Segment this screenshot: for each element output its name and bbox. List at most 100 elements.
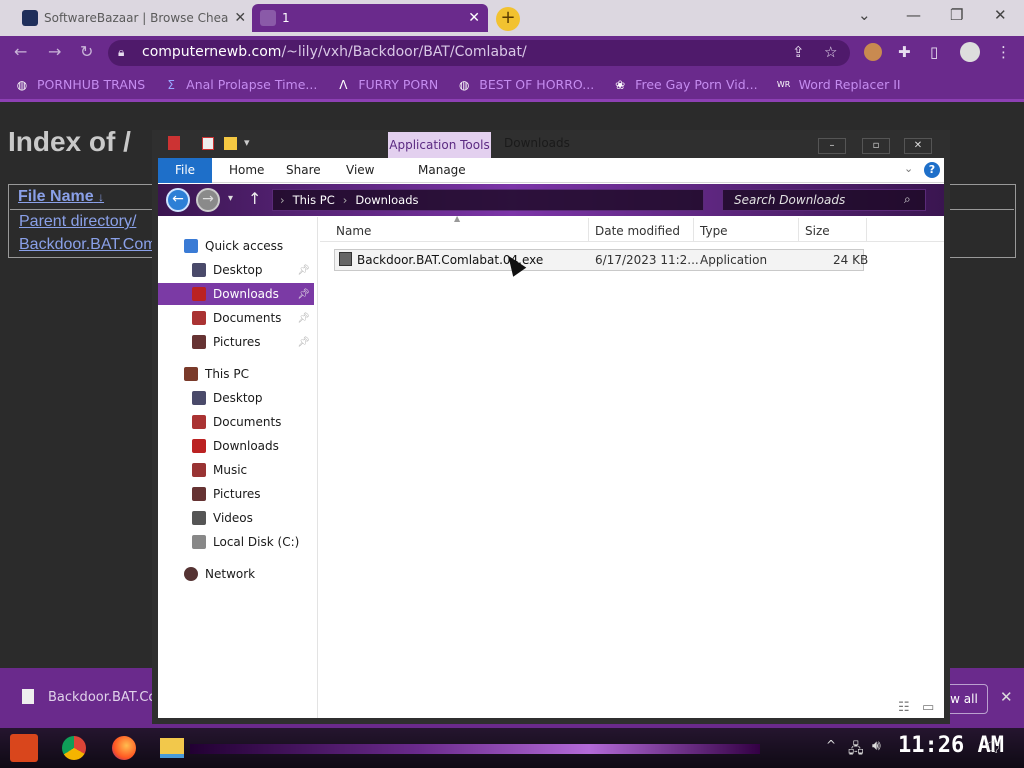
tab-file[interactable]: File <box>158 158 212 183</box>
nav-pc-documents[interactable]: Documents <box>192 411 281 433</box>
volume-icon[interactable]: 🔊︎ <box>872 738 881 754</box>
url-text[interactable]: computernewb.com/~lily/vxh/Backdoor/BAT/… <box>142 44 527 60</box>
reload-icon[interactable]: ↻ <box>80 42 93 61</box>
maximize-button[interactable]: ▫ <box>862 138 890 154</box>
puzzle-icon[interactable]: ✚ <box>898 43 911 61</box>
chrome-icon[interactable] <box>62 736 86 760</box>
large-icons-view-icon[interactable]: ▭ <box>922 700 934 715</box>
forward-button[interactable]: → <box>196 188 220 212</box>
extension-avatar-icon[interactable] <box>864 43 882 61</box>
nav-pc-videos[interactable]: Videos <box>192 507 253 529</box>
globe-icon: ◍ <box>459 77 470 92</box>
menu-dots-icon[interactable]: ⋮ <box>996 43 1011 61</box>
file-name-column-header[interactable]: File Name ↓ <box>18 188 104 206</box>
sidepanel-icon[interactable]: ▯ <box>930 43 938 61</box>
breadcrumb-this-pc[interactable]: This PC <box>293 193 335 207</box>
profile-avatar[interactable] <box>960 42 980 62</box>
pin-icon[interactable]: 📌︎ <box>297 289 310 300</box>
site-favicon-icon <box>260 10 276 26</box>
firefox-icon[interactable] <box>112 736 136 760</box>
help-icon[interactable]: ? <box>924 162 940 178</box>
column-date-modified[interactable]: Date modified <box>595 224 680 238</box>
nav-pc-local-disk[interactable]: Local Disk (C:) <box>192 531 299 553</box>
minimize-button[interactable]: – <box>818 138 846 154</box>
details-view-icon[interactable]: ☷ <box>898 700 910 715</box>
computer-icon <box>184 367 198 381</box>
tab-current[interactable]: 1 ✕ <box>252 4 488 32</box>
nav-qa-desktop[interactable]: Desktop 📌︎ <box>158 259 314 281</box>
nav-pc-music[interactable]: Music <box>192 459 247 481</box>
bookmark-item[interactable]: WR Word Replacer II <box>776 77 901 93</box>
column-type[interactable]: Type <box>700 224 728 238</box>
tab-softwarebazaar[interactable]: SoftwareBazaar | Browse Chea ✕ <box>14 4 246 32</box>
pin-icon[interactable]: 📌︎ <box>297 313 310 324</box>
nav-network[interactable]: Network <box>184 563 255 585</box>
column-separator[interactable] <box>798 218 799 242</box>
up-arrow-icon[interactable]: ↑ <box>248 189 261 208</box>
tab-title: 1 <box>282 11 290 25</box>
close-tab-icon[interactable]: ✕ <box>468 10 480 26</box>
search-icon[interactable]: ⌕ <box>904 192 911 207</box>
close-button[interactable]: ✕ <box>904 138 932 154</box>
tab-view[interactable]: View <box>346 163 374 177</box>
nav-qa-documents[interactable]: Documents 📌︎ <box>158 307 314 329</box>
chevron-down-icon[interactable]: ⌄ <box>858 6 871 24</box>
tab-manage[interactable]: Manage <box>418 163 466 177</box>
new-tab-button[interactable]: + <box>496 7 520 31</box>
close-tab-icon[interactable]: ✕ <box>234 10 246 26</box>
bookmark-item[interactable]: Σ Anal Prolapse Time... <box>163 77 317 93</box>
column-separator[interactable] <box>866 218 867 242</box>
quick-access-dropdown-icon[interactable]: ▾ <box>244 136 250 149</box>
network-tray-icon[interactable]: 🖧︎ <box>848 738 864 762</box>
column-separator[interactable] <box>693 218 694 242</box>
column-name[interactable]: Name <box>336 224 371 238</box>
breadcrumb: › This PC › Downloads <box>280 193 419 207</box>
star-icon[interactable]: ☆ <box>824 43 837 61</box>
share-icon[interactable]: ⇪ <box>792 43 805 61</box>
nav-pc-downloads[interactable]: Downloads <box>192 435 279 457</box>
pin-icon[interactable]: 📌︎ <box>297 337 310 348</box>
notification-icon[interactable]: 🗨︎ <box>984 740 1002 756</box>
column-size[interactable]: Size <box>805 224 830 238</box>
bookmark-item[interactable]: ◍ PORNHUB TRANS <box>14 77 145 93</box>
folder-icon[interactable] <box>224 137 237 150</box>
column-separator[interactable] <box>588 218 589 242</box>
desktop-icon <box>192 391 206 405</box>
lock-icon[interactable]: 🔒︎ <box>118 45 124 60</box>
app-icon <box>168 136 180 150</box>
properties-icon[interactable] <box>202 137 214 150</box>
file-explorer-icon[interactable] <box>160 738 184 758</box>
restore-button[interactable]: ❐ <box>950 6 963 24</box>
parent-directory-link[interactable]: Parent directory/ <box>19 213 136 231</box>
back-button[interactable]: ← <box>166 188 190 212</box>
chevron-up-icon[interactable]: ^ <box>826 738 836 752</box>
nav-qa-pictures[interactable]: Pictures 📌︎ <box>158 331 314 353</box>
bookmark-item[interactable]: ❀ Free Gay Porn Vid... <box>612 77 757 93</box>
tab-share[interactable]: Share <box>286 163 321 177</box>
bookmark-item[interactable]: Λ FURRY PORN <box>335 77 438 93</box>
nav-this-pc[interactable]: This PC <box>184 363 249 385</box>
bookmarks-bar: ◍ PORNHUB TRANS Σ Anal Prolapse Time... ΛF… <box>0 70 1024 102</box>
close-shelf-icon[interactable]: ✕ <box>1000 688 1013 706</box>
documents-icon <box>192 311 206 325</box>
nav-qa-downloads[interactable]: Downloads 📌︎ <box>158 283 314 305</box>
nav-label: Videos <box>213 511 253 525</box>
breadcrumb-downloads[interactable]: Downloads <box>355 193 418 207</box>
recent-locations-icon[interactable]: ▾ <box>228 193 233 204</box>
download-item[interactable]: Backdoor.BAT.Co <box>48 690 156 705</box>
start-button[interactable] <box>10 734 38 762</box>
nav-quick-access[interactable]: Quick access <box>184 235 283 257</box>
bookmark-item[interactable]: ◍ BEST OF HORRO... <box>456 77 594 93</box>
pin-icon[interactable]: 📌︎ <box>297 265 310 276</box>
forward-arrow-icon[interactable]: → <box>48 42 61 61</box>
minimize-button[interactable]: — <box>906 6 921 24</box>
close-window-button[interactable]: ✕ <box>994 6 1007 24</box>
application-tools-label: Application Tools <box>388 132 491 158</box>
back-arrow-icon[interactable]: ← <box>14 42 27 61</box>
tab-home[interactable]: Home <box>229 163 264 177</box>
nav-pc-desktop[interactable]: Desktop <box>192 387 263 409</box>
file-link[interactable]: Backdoor.BAT.Com <box>19 236 157 254</box>
desktop-icon <box>192 263 206 277</box>
nav-pc-pictures[interactable]: Pictures <box>192 483 261 505</box>
ribbon-expand-icon[interactable]: ⌄ <box>904 162 913 175</box>
